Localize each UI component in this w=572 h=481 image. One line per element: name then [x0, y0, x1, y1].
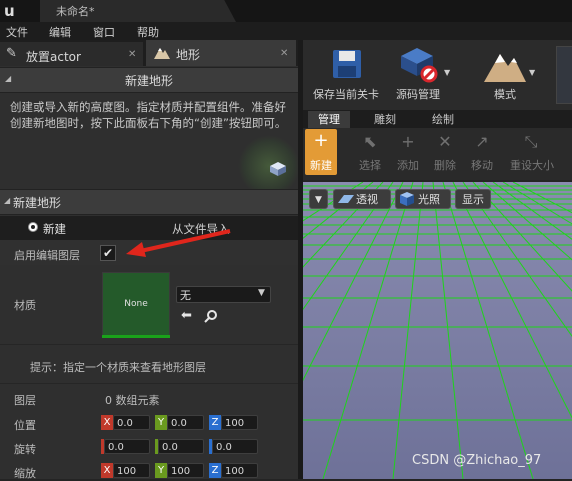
red-arrow-annotation	[124, 228, 234, 258]
mode-tab-sculpt[interactable]: 雕刻	[362, 111, 408, 128]
show-flags-button[interactable]: 显示	[455, 189, 491, 209]
menu-edit[interactable]: 编辑	[49, 24, 71, 40]
radio-new-label: 新建	[43, 222, 66, 236]
tool-resize-label[interactable]: 重设大小	[504, 157, 560, 173]
chevron-down-icon: ▼	[258, 288, 265, 298]
level-viewport[interactable]	[303, 182, 572, 479]
material-label: 材质	[14, 299, 36, 312]
location-y-field[interactable]: 0.0	[167, 415, 204, 430]
rotation-y-field[interactable]: 0.0	[158, 439, 204, 454]
material-thumbnail-text: None	[124, 299, 148, 309]
chevron-down-icon[interactable]: ▼	[529, 68, 535, 77]
menu-file[interactable]: 文件	[6, 24, 28, 40]
collapse-arrow-icon[interactable]: ◢	[4, 196, 10, 205]
tab-place-actor-label: 放置actor	[26, 50, 81, 64]
layers-label: 图层	[14, 394, 36, 407]
document-tab-title: 未命名*	[56, 5, 95, 18]
rotation-label: 旋转	[14, 443, 36, 456]
place-actor-icon: ✎	[6, 46, 17, 61]
add-plus-icon: +	[313, 130, 329, 151]
mode-tab-paint[interactable]: 绘制	[420, 111, 466, 128]
radio-new[interactable]	[28, 222, 38, 232]
material-hint: 提示：指定一个材质来查看地形图层	[30, 361, 206, 374]
tab-close-icon[interactable]: ✕	[280, 48, 288, 59]
landscape-grid	[303, 182, 572, 479]
new-landscape-title: 新建地形	[124, 74, 173, 88]
menu-help[interactable]: 帮助	[137, 24, 159, 40]
source-control-icon[interactable]	[399, 46, 439, 84]
location-x-field[interactable]: 0.0	[113, 415, 150, 430]
tab-landscape-label: 地形	[176, 48, 201, 62]
rotation-z-field[interactable]: 0.0	[212, 439, 258, 454]
divider	[0, 383, 298, 384]
scale-z-field[interactable]: 100	[221, 463, 258, 478]
delete-icon[interactable]: ✕	[430, 132, 460, 151]
divider	[0, 344, 298, 345]
layers-value: 0 数组元素	[105, 394, 160, 407]
tool-move-label[interactable]: 移动	[467, 157, 497, 173]
cube-icon	[270, 162, 286, 176]
watermark: CSDN @Zhichao_97	[412, 453, 542, 468]
resize-icon[interactable]: ⤡	[516, 132, 546, 152]
modes-label[interactable]: 模式	[484, 86, 526, 102]
axis-y-badge: Y	[155, 415, 167, 430]
viewport-options-button[interactable]: ▼	[309, 189, 328, 209]
lit-cube-icon	[400, 192, 414, 206]
edit-layers-label: 启用编辑图层	[14, 249, 80, 262]
move-icon[interactable]: ↗	[467, 132, 497, 151]
mode-tab-manage[interactable]: 管理	[308, 111, 350, 128]
edit-layers-checkbox[interactable]: ✔	[100, 245, 116, 261]
unreal-logo-icon: u	[4, 2, 15, 20]
tab-close-icon[interactable]: ✕	[128, 49, 136, 60]
landscape-tab-icon	[154, 45, 170, 59]
menu-bar	[0, 22, 572, 40]
axis-z-badge: Z	[209, 415, 221, 430]
tool-new-label: 新建	[310, 159, 332, 172]
save-level-label[interactable]: 保存当前关卡	[306, 86, 386, 102]
tool-delete-label[interactable]: 删除	[430, 157, 460, 173]
location-z-field[interactable]: 100	[221, 415, 258, 430]
toolbar-overflow-button[interactable]	[556, 46, 572, 104]
scale-y-field[interactable]: 100	[167, 463, 204, 478]
select-icon[interactable]: ⬉	[355, 132, 385, 151]
menu-window[interactable]: 窗口	[93, 24, 115, 40]
use-selected-arrow-icon[interactable]: ⬅	[181, 308, 192, 323]
perspective-icon	[338, 193, 354, 205]
axis-x-badge: X	[101, 463, 113, 478]
add-component-icon[interactable]: +	[393, 132, 423, 151]
axis-y-badge: Y	[155, 463, 167, 478]
rotation-x-field[interactable]: 0.0	[104, 439, 150, 454]
axis-x-badge: X	[101, 415, 113, 430]
axis-z-badge: Z	[209, 463, 221, 478]
scale-x-field[interactable]: 100	[113, 463, 150, 478]
description-text: 创建或导入新的高度图。指定材质并配置组件。准备好创建新地图时，按下此面板右下角的…	[10, 100, 287, 130]
tool-add-label[interactable]: 添加	[393, 157, 423, 173]
chevron-down-icon[interactable]: ▼	[444, 68, 450, 77]
material-thumbnail-bar	[102, 335, 170, 338]
glow-decoration	[238, 135, 300, 197]
browse-search-icon[interactable]	[204, 309, 218, 323]
modes-icon[interactable]	[484, 48, 526, 82]
source-control-label[interactable]: 源码管理	[390, 86, 446, 102]
tool-select-label[interactable]: 选择	[355, 157, 385, 173]
save-icon[interactable]	[331, 48, 363, 80]
material-dropdown-value: 无	[180, 289, 191, 302]
section-title: 新建地形	[13, 196, 62, 210]
location-label: 位置	[14, 419, 36, 432]
